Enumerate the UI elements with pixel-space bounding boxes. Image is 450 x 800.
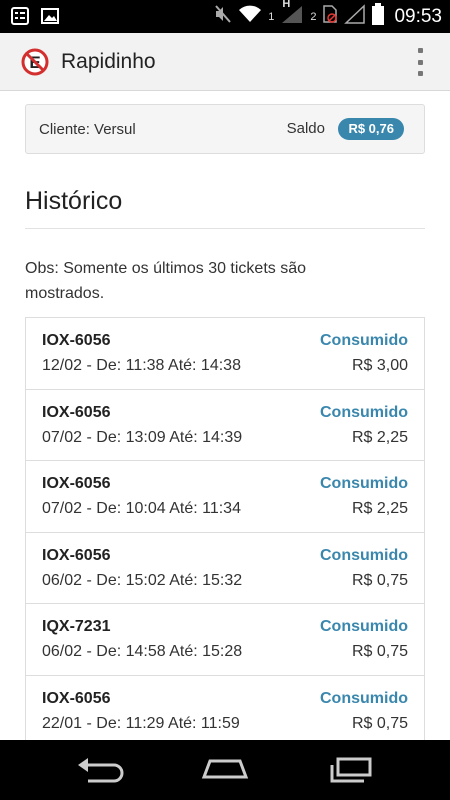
ticket-price: R$ 0,75 bbox=[351, 643, 408, 660]
history-title: Histórico bbox=[25, 187, 123, 215]
app-logo-icon: E bbox=[21, 48, 49, 76]
ticket-status: Consumido bbox=[320, 689, 408, 707]
ticket-plate: IQX-7231 bbox=[42, 618, 111, 635]
ticket-plate: IOX-6056 bbox=[42, 546, 111, 564]
ticket-plate: IOX-6056 bbox=[42, 332, 111, 349]
ticket-item[interactable]: IOX-6056 12/02 - De: 11:38 Até: 14:38 Co… bbox=[26, 318, 424, 390]
overflow-menu-icon[interactable] bbox=[414, 46, 426, 78]
ticket-price: R$ 2,25 bbox=[351, 500, 408, 517]
history-note: Obs: Somente os últimos 30 tickets são m… bbox=[25, 260, 307, 302]
saldo-label: Saldo bbox=[286, 120, 325, 137]
ticket-status: Consumido bbox=[320, 546, 408, 564]
ticket-period: 07/02 - De: 13:09 Até: 14:39 bbox=[42, 428, 243, 446]
main-content: Cliente: Versul Saldo R$ 0,76 Histórico … bbox=[0, 91, 450, 740]
app-title: Rapidinho bbox=[61, 50, 156, 73]
ticket-item[interactable]: IOX-6056 22/01 - De: 11:29 Até: 11:59 Co… bbox=[26, 675, 424, 740]
sim2-indicator: 2 bbox=[310, 10, 317, 23]
ticket-price: R$ 0,75 bbox=[351, 571, 408, 589]
signal-icon bbox=[344, 4, 366, 29]
image-icon bbox=[40, 6, 60, 31]
ticket-plate: IOX-6056 bbox=[42, 403, 111, 421]
ticket-item[interactable]: IOX-6056 07/02 - De: 13:09 Até: 14:39 Co… bbox=[26, 389, 424, 461]
ticket-period: 07/02 - De: 10:04 Até: 11:34 bbox=[42, 500, 241, 517]
ticket-status: Consumido bbox=[320, 618, 408, 635]
client-panel: Cliente: Versul Saldo R$ 0,76 bbox=[25, 104, 425, 154]
client-label: Cliente: Versul bbox=[39, 121, 136, 138]
battery-icon bbox=[372, 3, 385, 30]
ticket-plate: IOX-6056 bbox=[42, 689, 111, 707]
signal-icon: H bbox=[280, 0, 304, 29]
back-icon[interactable] bbox=[74, 755, 124, 785]
ticket-price: R$ 0,75 bbox=[351, 714, 408, 732]
divider bbox=[25, 228, 425, 229]
ticket-period: 12/02 - De: 11:38 Até: 14:38 bbox=[42, 357, 241, 374]
ticket-period: 22/01 - De: 11:29 Até: 11:59 bbox=[42, 714, 240, 732]
status-bar: 1 H 2 09:53 bbox=[0, 0, 450, 33]
clock: 09:53 bbox=[394, 5, 442, 27]
ticket-status: Consumido bbox=[320, 475, 408, 492]
mute-icon bbox=[214, 4, 232, 29]
sim1-indicator: 1 bbox=[268, 10, 275, 23]
recent-apps-icon[interactable] bbox=[326, 755, 376, 785]
ticket-item[interactable]: IOX-6056 07/02 - De: 10:04 Até: 11:34 Co… bbox=[26, 461, 424, 533]
ticket-period: 06/02 - De: 14:58 Até: 15:28 bbox=[42, 643, 243, 660]
home-icon[interactable] bbox=[200, 755, 250, 785]
ticket-list: IOX-6056 12/02 - De: 11:38 Até: 14:38 Co… bbox=[25, 317, 425, 740]
navigation-bar bbox=[0, 740, 450, 800]
ticket-item[interactable]: IOX-6056 06/02 - De: 15:02 Até: 15:32 Co… bbox=[26, 532, 424, 604]
no-sim-icon bbox=[322, 4, 338, 29]
wifi-icon bbox=[238, 4, 262, 29]
ticket-price: R$ 2,25 bbox=[351, 428, 408, 446]
ticket-status: Consumido bbox=[320, 403, 408, 421]
action-bar: E Rapidinho bbox=[0, 33, 450, 91]
ticket-period: 06/02 - De: 15:02 Até: 15:32 bbox=[42, 571, 243, 589]
notification-icon bbox=[10, 6, 30, 31]
network-type: H bbox=[282, 0, 291, 10]
ticket-item[interactable]: IQX-7231 06/02 - De: 14:58 Até: 15:28 Co… bbox=[26, 604, 424, 676]
ticket-status: Consumido bbox=[320, 332, 408, 349]
ticket-price: R$ 3,00 bbox=[351, 357, 408, 374]
ticket-plate: IOX-6056 bbox=[42, 475, 111, 492]
saldo-badge: R$ 0,76 bbox=[338, 118, 404, 140]
